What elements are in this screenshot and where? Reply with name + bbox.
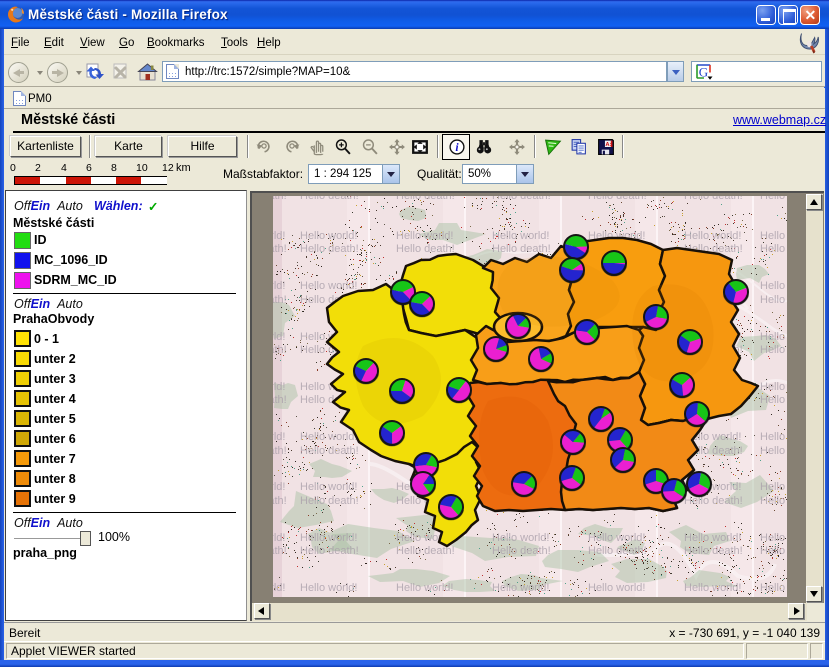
svg-text:Hello death!: Hello death! [273,596,287,597]
svg-text:Hello world!: Hello world! [300,582,357,594]
svg-text:Hello death!: Hello death! [760,445,787,457]
svg-text:Hello world!: Hello world! [492,582,549,594]
svg-text:Hello death!: Hello death! [300,495,359,507]
svg-text:Hello death!: Hello death! [273,196,287,202]
svg-text:Hello death!: Hello death! [760,545,787,557]
svg-text:A:: A: [605,142,611,148]
svg-text:Hello world!: Hello world! [760,331,787,343]
svg-text:Hello death!: Hello death! [492,243,551,255]
svg-text:Hello death!: Hello death! [684,196,743,202]
svg-text:Hello world!: Hello world! [760,230,787,242]
svg-text:Hello death!: Hello death! [760,495,787,507]
svg-text:Hello world!: Hello world! [273,582,285,594]
svg-text:Hello death!: Hello death! [684,545,743,557]
svg-text:Hello death!: Hello death! [760,344,787,356]
svg-text:Hello world!: Hello world! [396,230,453,242]
svg-text:Hello death!: Hello death! [684,495,743,507]
svg-text:Hello death!: Hello death! [588,545,647,557]
svg-text:Hello world!: Hello world! [684,532,741,544]
svg-text:Hello world!: Hello world! [300,532,357,544]
svg-text:Hello world!: Hello world! [588,532,645,544]
svg-text:Hello world!: Hello world! [760,582,787,594]
svg-text:Hello death!: Hello death! [588,196,647,202]
svg-text:Hello death!: Hello death! [492,545,551,557]
svg-text:Hello death!: Hello death! [396,196,455,202]
svg-text:Hello death!: Hello death! [273,545,287,557]
svg-text:Hello death!: Hello death! [300,196,359,202]
svg-text:Hello death!: Hello death! [760,294,787,306]
svg-text:Hello death!: Hello death! [492,596,551,597]
svg-text:Hello world!: Hello world! [684,582,741,594]
svg-text:Hello death!: Hello death! [396,243,455,255]
svg-text:Hello world!: Hello world! [760,532,787,544]
svg-text:Hello death!: Hello death! [760,596,787,597]
svg-text:Hello world!: Hello world! [300,280,357,292]
svg-text:Hello death!: Hello death! [273,344,287,356]
svg-text:Hello death!: Hello death! [273,445,287,457]
svg-text:Hello world!: Hello world! [273,230,285,242]
svg-text:Hello death!: Hello death! [396,596,455,597]
svg-text:Hello world!: Hello world! [300,481,357,493]
svg-text:Hello world!: Hello world! [300,230,357,242]
svg-text:Hello world!: Hello world! [760,431,787,443]
svg-text:Hello death!: Hello death! [273,294,287,306]
svg-text:G: G [699,65,708,80]
svg-text:Hello death!: Hello death! [300,545,359,557]
svg-text:Hello world!: Hello world! [273,431,285,443]
svg-text:Hello death!: Hello death! [684,596,743,597]
svg-text:Hello world!: Hello world! [492,230,549,242]
svg-text:Hello world!: Hello world! [684,230,741,242]
svg-text:Hello world!: Hello world! [492,532,549,544]
svg-text:Hello death!: Hello death! [760,394,787,406]
svg-text:Hello world!: Hello world! [760,381,787,393]
svg-text:Hello death!: Hello death! [300,445,359,457]
svg-text:Hello world!: Hello world! [273,331,285,343]
svg-text:Hello world!: Hello world! [273,280,285,292]
svg-text:Hello death!: Hello death! [760,243,787,255]
svg-text:Hello death!: Hello death! [492,196,551,202]
svg-text:Hello world!: Hello world! [273,381,285,393]
svg-text:Hello world!: Hello world! [396,582,453,594]
svg-text:Hello world!: Hello world! [273,532,285,544]
svg-text:Hello death!: Hello death! [588,596,647,597]
svg-text:Hello death!: Hello death! [273,495,287,507]
svg-text:Hello world!: Hello world! [300,431,357,443]
svg-text:Hello death!: Hello death! [273,243,287,255]
svg-text:Hello world!: Hello world! [760,280,787,292]
svg-text:Hello world!: Hello world! [273,481,285,493]
svg-text:Hello death!: Hello death! [300,243,359,255]
svg-text:Hello world!: Hello world! [760,481,787,493]
svg-text:Hello death!: Hello death! [300,596,359,597]
svg-text:Hello death!: Hello death! [760,196,787,202]
svg-text:Hello death!: Hello death! [273,394,287,406]
svg-text:Hello world!: Hello world! [588,582,645,594]
